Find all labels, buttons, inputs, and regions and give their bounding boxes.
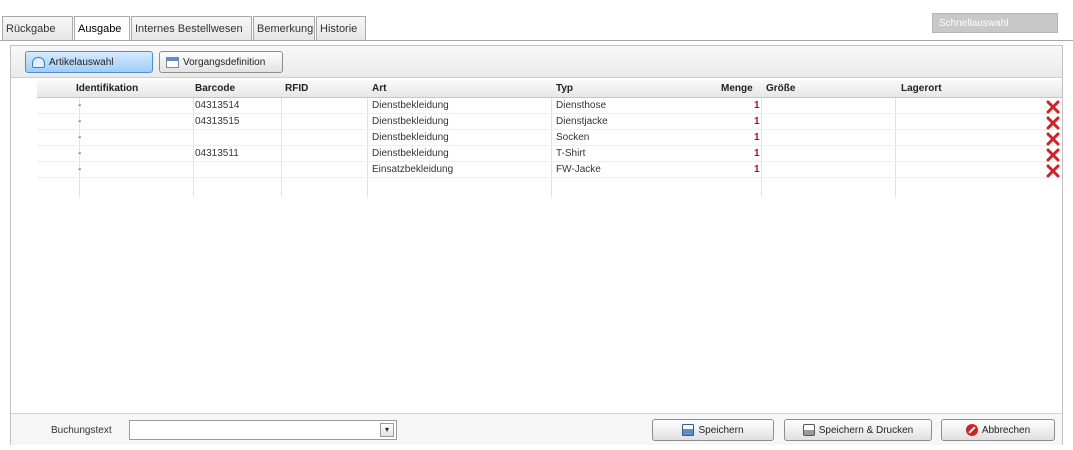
cell-menge: 1 xyxy=(754,116,760,127)
quick-search-input[interactable]: Schnellauswahl xyxy=(932,13,1058,33)
artikelauswahl-button[interactable]: Artikelauswahl xyxy=(25,51,153,73)
cell-menge: 1 xyxy=(754,100,760,111)
table-row[interactable]: - 04313514 Dienstbekleidung Diensthose 1 xyxy=(37,98,1062,114)
cell-menge: 1 xyxy=(754,164,760,175)
tab-divider xyxy=(0,40,1073,41)
ausgabe-panel: Artikelauswahl Vorgangsdefinition Identi… xyxy=(10,45,1063,445)
tab-historie[interactable]: Historie xyxy=(316,16,366,40)
chevron-down-icon[interactable]: ▾ xyxy=(380,423,394,437)
buchungstext-combobox[interactable]: ▾ xyxy=(129,420,397,440)
toolbar: Artikelauswahl Vorgangsdefinition xyxy=(11,46,1062,78)
cell-identifikation: - xyxy=(78,100,82,111)
cell-art: Einsatzbekleidung xyxy=(372,164,454,175)
save-label: Speichern xyxy=(698,424,744,436)
column-header-lagerort[interactable]: Lagerort xyxy=(901,83,942,94)
printer-icon xyxy=(802,424,815,436)
delete-x-icon[interactable] xyxy=(1046,132,1060,146)
table-row[interactable]: - 04313515 Dienstbekleidung Dienstjacke … xyxy=(37,114,1062,130)
cancel-button[interactable]: Abbrechen xyxy=(941,419,1055,441)
cloud-icon xyxy=(32,56,45,68)
cell-identifikation: - xyxy=(78,132,82,143)
delete-x-icon[interactable] xyxy=(1046,116,1060,130)
tab-bar: Rückgabe Ausgabe Internes Bestellwesen B… xyxy=(0,16,1073,41)
tab-ausgabe[interactable]: Ausgabe xyxy=(74,16,130,41)
cell-art: Dienstbekleidung xyxy=(372,116,449,127)
delete-x-icon[interactable] xyxy=(1046,164,1060,178)
column-header-menge[interactable]: Menge xyxy=(721,83,753,94)
table-row[interactable]: - Dienstbekleidung Socken 1 xyxy=(37,130,1062,146)
cell-identifikation: - xyxy=(78,148,82,159)
cell-art: Dienstbekleidung xyxy=(372,100,449,111)
cell-typ: T-Shirt xyxy=(556,148,586,159)
column-header-art[interactable]: Art xyxy=(372,83,386,94)
cell-typ: Socken xyxy=(556,132,590,143)
table-row[interactable]: - Einsatzbekleidung FW-Jacke 1 xyxy=(37,162,1062,178)
save-and-print-label: Speichern & Drucken xyxy=(818,424,914,436)
buchungstext-label: Buchungstext xyxy=(51,425,112,436)
bottom-bar: Buchungstext ▾ Speichern Speichern & Dru… xyxy=(11,413,1062,445)
vorgangsdefinition-button[interactable]: Vorgangsdefinition xyxy=(159,51,283,73)
floppy-disk-icon xyxy=(682,424,695,436)
vorgangsdefinition-label: Vorgangsdefinition xyxy=(183,56,266,68)
cell-art: Dienstbekleidung xyxy=(372,148,449,159)
cell-barcode: 04313515 xyxy=(195,116,240,127)
tab-internes-bestellwesen[interactable]: Internes Bestellwesen xyxy=(131,16,252,40)
delete-x-icon[interactable] xyxy=(1046,148,1060,162)
tab-bemerkung[interactable]: Bemerkung xyxy=(253,16,315,40)
calendar-icon xyxy=(166,56,179,68)
cell-identifikation: - xyxy=(78,164,82,175)
cell-barcode: 04313511 xyxy=(195,148,239,159)
column-header-groesse[interactable]: Größe xyxy=(766,83,795,94)
table-row[interactable]: - 04313511 Dienstbekleidung T-Shirt 1 xyxy=(37,146,1062,162)
delete-x-icon[interactable] xyxy=(1046,100,1060,114)
save-button[interactable]: Speichern xyxy=(652,419,774,441)
cell-menge: 1 xyxy=(754,132,760,143)
column-header-identifikation[interactable]: Identifikation xyxy=(76,83,138,94)
save-and-print-button[interactable]: Speichern & Drucken xyxy=(784,419,932,441)
column-header-barcode[interactable]: Barcode xyxy=(195,83,235,94)
column-header-typ[interactable]: Typ xyxy=(556,83,573,94)
cell-typ: FW-Jacke xyxy=(556,164,601,175)
cell-menge: 1 xyxy=(754,148,760,159)
cell-typ: Diensthose xyxy=(556,100,607,111)
article-table: Identifikation Barcode RFID Art Typ Meng… xyxy=(37,80,1062,178)
cancel-label: Abbrechen xyxy=(981,424,1031,436)
cell-art: Dienstbekleidung xyxy=(372,132,449,143)
table-header: Identifikation Barcode RFID Art Typ Meng… xyxy=(37,80,1062,98)
stop-icon xyxy=(965,424,978,436)
tab-rueckgabe[interactable]: Rückgabe xyxy=(2,16,73,40)
cell-typ: Dienstjacke xyxy=(556,116,608,127)
artikelauswahl-label: Artikelauswahl xyxy=(49,56,114,68)
cell-barcode: 04313514 xyxy=(195,100,240,111)
cell-identifikation: - xyxy=(78,116,82,127)
column-header-rfid[interactable]: RFID xyxy=(285,83,308,94)
